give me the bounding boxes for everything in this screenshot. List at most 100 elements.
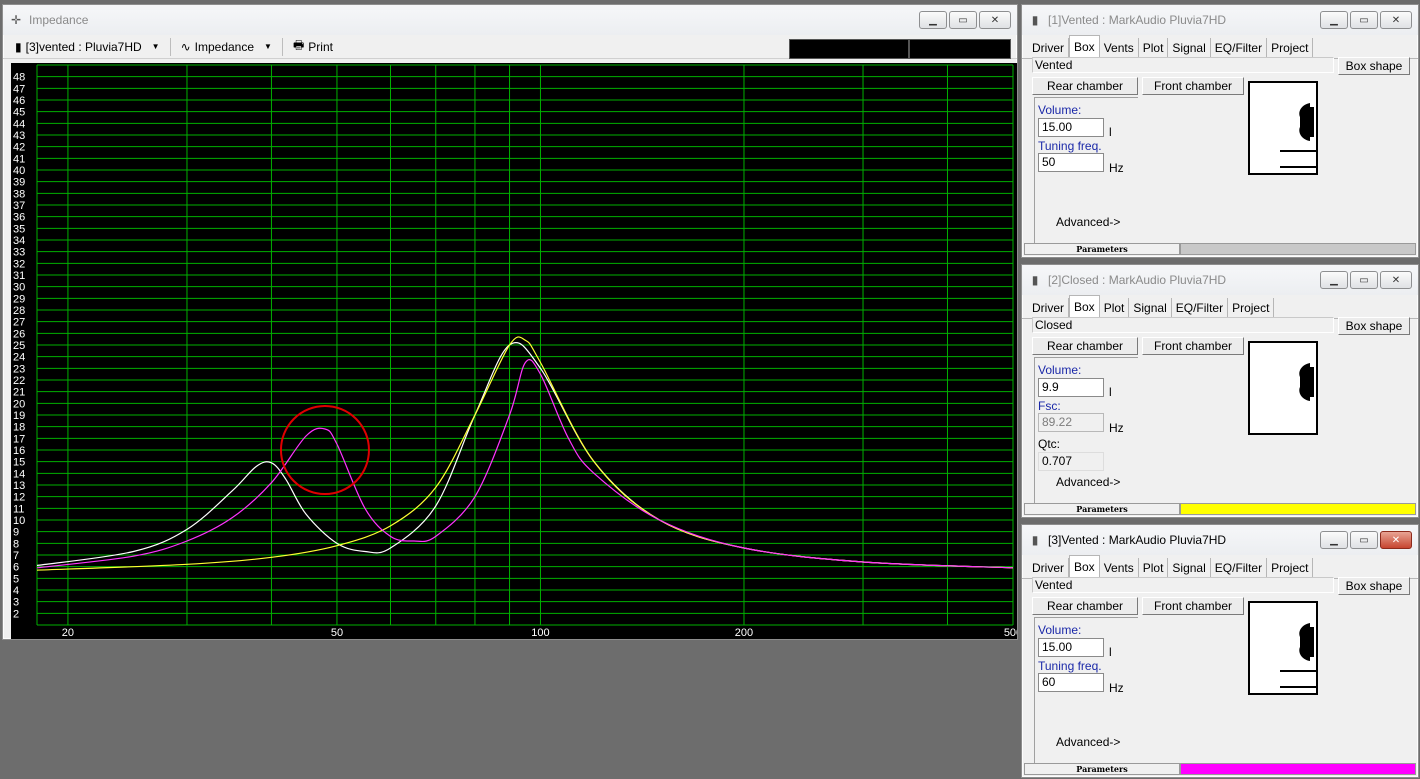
y-tick-label: 28 — [13, 305, 25, 317]
tab-box[interactable]: Box — [1069, 555, 1100, 579]
box-diagram-svg — [1280, 623, 1316, 688]
box-selector[interactable]: ▮ [3]vented : Pluvia7HD ▼ — [11, 37, 164, 57]
box-shape-button[interactable]: Box shape — [1338, 577, 1410, 595]
volume-unit: l — [1109, 645, 1112, 659]
tab-eq-filter[interactable]: EQ/Filter — [1211, 38, 1268, 58]
y-tick-label: 7 — [13, 550, 19, 562]
impedance-plot[interactable]: 48 47 46 45 44 43 42 41 40 39 38 37 36 35 34 33 32 31 30 29… — [11, 63, 1022, 639]
y-tick-label: 30 — [13, 282, 25, 294]
advanced-button[interactable]: Advanced-> — [1056, 475, 1120, 489]
field2-label: Tuning freq. — [1038, 139, 1102, 153]
minimize-button[interactable]: ▁ — [1320, 271, 1348, 289]
front-chamber-button[interactable]: Front chamber — [1142, 597, 1244, 615]
y-tick-label: 20 — [13, 398, 25, 410]
y-tick-label: 16 — [13, 445, 25, 457]
toolbar-separator — [281, 37, 283, 56]
field1-label: Volume: — [1038, 363, 1082, 377]
toolbar-separator — [169, 37, 171, 56]
box-shape-button[interactable]: Box shape — [1338, 317, 1410, 335]
close-button[interactable]: ✕ — [1380, 11, 1412, 29]
close-button[interactable]: ✕ — [1380, 531, 1412, 549]
curve-color-swatch — [1180, 243, 1416, 255]
tab-driver[interactable]: Driver — [1028, 38, 1069, 58]
volume-unit: l — [1109, 385, 1112, 399]
speaker-box-icon: ▮ — [1031, 273, 1039, 287]
rear-chamber-button[interactable]: Rear chamber — [1032, 597, 1138, 615]
y-tick-label: 24 — [13, 352, 25, 364]
printer-icon: 🖶 — [292, 38, 305, 52]
minimize-button[interactable]: ▁ — [1320, 531, 1348, 549]
tab-eq-filter[interactable]: EQ/Filter — [1172, 298, 1229, 318]
volume-input[interactable]: 15.00 — [1038, 118, 1104, 137]
tab-driver[interactable]: Driver — [1028, 298, 1069, 318]
panel-titlebar: ▮ [2]Closed : MarkAudio Pluvia7HD ▁ ▭ ✕ — [1022, 265, 1418, 295]
tab-plot[interactable]: Plot — [1139, 558, 1169, 578]
tab-signal[interactable]: Signal — [1168, 558, 1211, 578]
box-shape-button[interactable]: Box shape — [1338, 57, 1410, 75]
y-tick-label: 36 — [13, 212, 25, 224]
rear-chamber-button[interactable]: Rear chamber — [1032, 337, 1138, 355]
maximize-button[interactable]: ▭ — [949, 11, 977, 29]
tab-box[interactable]: Box — [1069, 295, 1100, 319]
y-tick-label: 5 — [13, 573, 19, 585]
advanced-button[interactable]: Advanced-> — [1056, 215, 1120, 229]
y-tick-label: 18 — [13, 422, 25, 434]
plot-selector[interactable]: ∿ Impedance ▼ — [177, 37, 276, 57]
tuning-freq-input[interactable]: 60 — [1038, 673, 1104, 692]
y-tick-label: 38 — [13, 188, 25, 200]
front-chamber-button[interactable]: Front chamber — [1142, 77, 1244, 95]
driver-frame — [1306, 627, 1314, 657]
maximize-button[interactable]: ▭ — [1350, 531, 1378, 549]
tuning-freq-input[interactable]: 50 — [1038, 153, 1104, 172]
y-tick-label: 19 — [13, 410, 25, 422]
y-tick-label: 26 — [13, 328, 25, 340]
tab-project[interactable]: Project — [1267, 558, 1314, 578]
box-diagram — [1248, 81, 1318, 175]
tab-plot[interactable]: Plot — [1100, 298, 1130, 318]
chevron-down-icon: ▼ — [151, 42, 160, 51]
print-button[interactable]: 🖶 Print — [289, 37, 337, 57]
box-diagram — [1248, 341, 1318, 435]
panel-titlebar: ▮ [1]Vented : MarkAudio Pluvia7HD ▁ ▭ ✕ — [1022, 5, 1418, 35]
rear-chamber-button[interactable]: Rear chamber — [1032, 77, 1138, 95]
tab-vents[interactable]: Vents — [1100, 38, 1139, 58]
y-tick-label: 23 — [13, 363, 25, 375]
close-button[interactable]: ✕ — [1380, 271, 1412, 289]
field2-label: Fsc: — [1038, 399, 1061, 413]
fsc-input[interactable]: 89.22 — [1038, 413, 1104, 432]
box-type-field: Vented — [1032, 577, 1334, 593]
x-tick-label: 200 — [735, 627, 753, 639]
tab-plot[interactable]: Plot — [1139, 38, 1169, 58]
parameters-status: Parameters — [1024, 763, 1180, 775]
close-button[interactable]: ✕ — [979, 11, 1011, 29]
y-tick-label: 31 — [13, 270, 25, 282]
print-label: Print — [308, 39, 333, 54]
y-tick-label: 10 — [13, 515, 25, 527]
panel-statusbar: Parameters — [1024, 503, 1416, 515]
y-tick-label: 14 — [13, 468, 25, 480]
y-tick-label: 29 — [13, 293, 25, 305]
impedance-window: ✛ Impedance ▁ ▭ ✕ ▮ [3]vented : Pluvia7H… — [2, 4, 1022, 640]
volume-input[interactable]: 9.9 — [1038, 378, 1104, 397]
tab-vents[interactable]: Vents — [1100, 558, 1139, 578]
tab-box[interactable]: Box — [1069, 35, 1100, 59]
tab-project[interactable]: Project — [1267, 38, 1314, 58]
plot-selector-label: Impedance — [194, 39, 255, 54]
front-chamber-button[interactable]: Front chamber — [1142, 337, 1244, 355]
minimize-button[interactable]: ▁ — [1320, 11, 1348, 29]
minimize-button[interactable]: ▁ — [919, 11, 947, 29]
field1-label: Volume: — [1038, 103, 1082, 117]
tab-project[interactable]: Project — [1228, 298, 1275, 318]
impedance-chart[interactable]: 4847464544434241403938373635343332313029… — [11, 63, 1022, 639]
maximize-button[interactable]: ▭ — [1350, 271, 1378, 289]
tab-signal[interactable]: Signal — [1168, 38, 1211, 58]
maximize-button[interactable]: ▭ — [1350, 11, 1378, 29]
y-tick-label: 40 — [13, 165, 25, 177]
tab-signal[interactable]: Signal — [1129, 298, 1172, 318]
tab-eq-filter[interactable]: EQ/Filter — [1211, 558, 1268, 578]
volume-input[interactable]: 15.00 — [1038, 638, 1104, 657]
y-tick-label: 32 — [13, 258, 25, 270]
tab-driver[interactable]: Driver — [1028, 558, 1069, 578]
field2-label: Tuning freq. — [1038, 659, 1102, 673]
advanced-button[interactable]: Advanced-> — [1056, 735, 1120, 749]
